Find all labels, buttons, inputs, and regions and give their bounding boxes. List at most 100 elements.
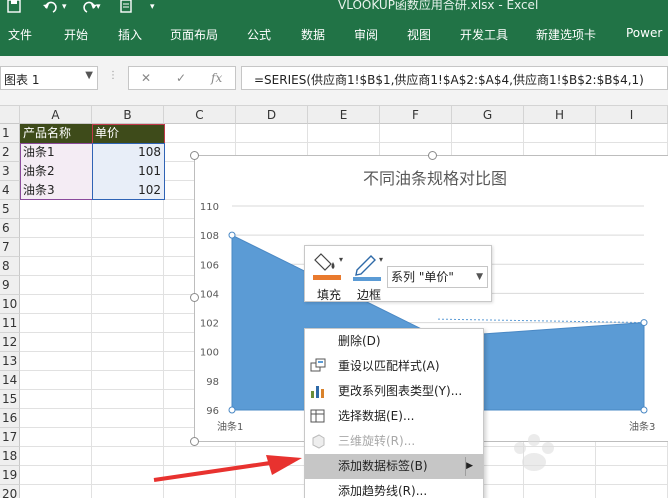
y-tick-label: 104 <box>200 289 219 300</box>
tab-new[interactable]: 新建选项卡 <box>536 26 596 43</box>
menu-item-change-chart-type[interactable]: 更改系列图表类型(Y)... <box>305 379 483 404</box>
series-select-value: 系列 "单价" <box>391 270 454 284</box>
formula-input[interactable]: =SERIES(供应商1!$B$1,供应商1!$A$2:$A$4,供应商1!$B… <box>241 66 668 90</box>
row-header-13[interactable]: 13 <box>0 352 20 371</box>
y-tick-label: 100 <box>200 348 219 359</box>
row-header-7[interactable]: 7 <box>0 238 20 257</box>
resize-handle-top[interactable] <box>428 151 437 160</box>
window-title: VLOOKUP函数应用合研.xlsx - Excel <box>338 0 539 12</box>
tab-developer[interactable]: 开发工具 <box>460 26 508 43</box>
series-select[interactable]: 系列 "单价" ▼ <box>387 266 488 288</box>
col-header-c[interactable]: C <box>164 106 236 124</box>
row-header-5[interactable]: 5 <box>0 200 20 219</box>
menu-item-3d-rotation: 三维旋转(R)... <box>305 429 483 454</box>
cell-a1[interactable]: 产品名称 <box>20 124 92 143</box>
row-header-17[interactable]: 17 <box>0 428 20 447</box>
col-header-e[interactable]: E <box>308 106 380 124</box>
reset-style-icon <box>310 358 326 372</box>
row-header-16[interactable]: 16 <box>0 409 20 428</box>
row-header-14[interactable]: 14 <box>0 371 20 390</box>
fill-button[interactable]: ▾ 填充 <box>309 250 349 302</box>
title-bar: ▾ ▾ ▾ VLOOKUP函数应用合研.xlsx - Excel <box>0 0 668 16</box>
cancel-icon[interactable]: ✕ <box>141 71 151 85</box>
menu-item-add-trendline[interactable]: 添加趋势线(R)... <box>305 479 483 498</box>
row-header-18[interactable]: 18 <box>0 447 20 466</box>
resize-handle-left[interactable] <box>190 293 199 302</box>
undo-icon[interactable] <box>42 0 60 16</box>
col-header-b[interactable]: B <box>92 106 164 124</box>
col-header-i[interactable]: I <box>596 106 668 124</box>
row-header-3[interactable]: 3 <box>0 162 20 181</box>
y-tick-label: 108 <box>200 231 219 242</box>
y-tick-label: 98 <box>206 377 219 388</box>
y-tick-label: 102 <box>200 319 219 330</box>
drag-handle-icon[interactable]: ⋮ <box>108 70 118 81</box>
menu-item-delete[interactable]: 删除(D) <box>305 329 483 354</box>
tab-power[interactable]: Power <box>626 26 662 40</box>
row-header-6[interactable]: 6 <box>0 219 20 238</box>
category-range <box>20 143 93 200</box>
row-header-12[interactable]: 12 <box>0 333 20 352</box>
select-all-corner[interactable] <box>0 106 20 124</box>
tab-view[interactable]: 视图 <box>407 26 431 43</box>
menu-item-reset-style[interactable]: 重设以匹配样式(A) <box>305 354 483 379</box>
undo-dropdown-icon[interactable]: ▾ <box>62 0 67 16</box>
tab-insert[interactable]: 插入 <box>118 26 142 43</box>
tab-page-layout[interactable]: 页面布局 <box>170 26 218 43</box>
row-header-19[interactable]: 19 <box>0 466 20 485</box>
row-header-1[interactable]: 1 <box>0 124 20 143</box>
formula-bar: 图表 1 ▼ ⋮ ✕ ✓ fx =SERIES(供应商1!$B$1,供应商1!$… <box>0 56 668 106</box>
menu-item-select-data[interactable]: 选择数据(E)... <box>305 404 483 429</box>
col-header-d[interactable]: D <box>236 106 308 124</box>
submenu-arrow-icon[interactable]: ▶ <box>466 454 473 479</box>
data-point-handle <box>228 231 236 239</box>
name-box[interactable]: 图表 1 ▼ <box>0 66 98 90</box>
values-range <box>92 143 165 200</box>
x-tick-label: 油条1 <box>217 420 243 433</box>
fill-label: 填充 <box>316 288 341 302</box>
col-header-f[interactable]: F <box>380 106 452 124</box>
print-preview-icon[interactable] <box>118 0 134 16</box>
tab-formulas[interactable]: 公式 <box>247 26 271 43</box>
col-header-a[interactable]: A <box>20 106 92 124</box>
border-button[interactable]: ▾ 边框 <box>349 250 389 302</box>
row-header-20[interactable]: 20 <box>0 485 20 498</box>
menu-item-label: 更改系列图表类型(Y)... <box>338 384 463 398</box>
row-header-10[interactable]: 10 <box>0 295 20 314</box>
redo-dropdown-icon[interactable]: ▾ <box>96 0 101 16</box>
row-header-9[interactable]: 9 <box>0 276 20 295</box>
menu-item-label: 添加趋势线(R)... <box>338 484 428 498</box>
border-label: 边框 <box>356 288 381 302</box>
enter-icon[interactable]: ✓ <box>176 71 186 85</box>
menu-item-label: 选择数据(E)... <box>338 409 415 423</box>
data-point-handle <box>640 319 648 327</box>
col-header-h[interactable]: H <box>524 106 596 124</box>
save-icon[interactable] <box>6 0 22 16</box>
data-point-handle <box>640 406 648 414</box>
insert-function-icon[interactable]: fx <box>211 71 222 85</box>
row-header-2[interactable]: 2 <box>0 143 20 162</box>
y-tick-label: 96 <box>206 406 219 417</box>
resize-handle-top-left[interactable] <box>190 151 199 160</box>
col-header-g[interactable]: G <box>452 106 524 124</box>
row-header-11[interactable]: 11 <box>0 314 20 333</box>
customize-toolbar-icon[interactable]: ▾ <box>150 0 155 16</box>
menu-item-label: 删除(D) <box>338 334 381 348</box>
tab-review[interactable]: 审阅 <box>354 26 378 43</box>
row-header-4[interactable]: 4 <box>0 181 20 200</box>
row-header-8[interactable]: 8 <box>0 257 20 276</box>
menu-item-add-data-labels[interactable]: 添加数据标签(B) ▶ <box>305 454 483 479</box>
annotation-arrow <box>153 455 302 482</box>
resize-handle-bottom-left[interactable] <box>190 437 199 446</box>
tab-home[interactable]: 开始 <box>64 26 88 43</box>
tab-data[interactable]: 数据 <box>301 26 325 43</box>
series-name-range <box>92 124 165 144</box>
menu-item-label: 三维旋转(R)... <box>338 434 416 448</box>
row-header-15[interactable]: 15 <box>0 390 20 409</box>
mini-toolbar: ▾ 填充 ▾ 边框 系列 "单价" ▼ <box>304 245 492 302</box>
tab-file[interactable]: 文件 <box>8 26 32 43</box>
watermark-logo <box>514 434 554 471</box>
chevron-down-icon[interactable]: ▼ <box>85 70 93 81</box>
context-menu: 删除(D) 重设以匹配样式(A) 更改系列图表类型(Y)... 选择数据(E).… <box>304 328 484 498</box>
chevron-down-icon[interactable]: ▼ <box>476 267 483 287</box>
